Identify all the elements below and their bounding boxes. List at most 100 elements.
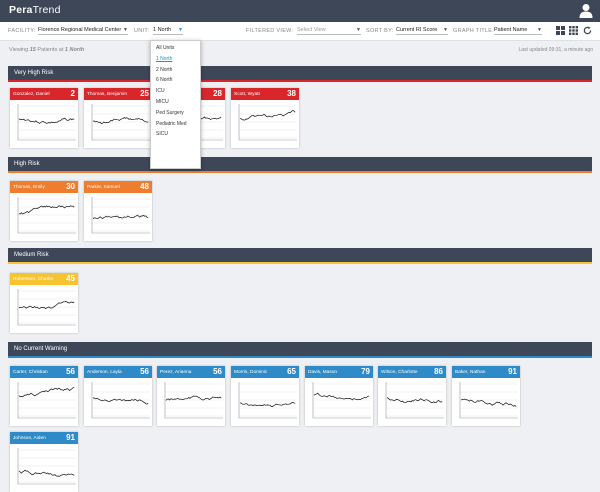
patient-name: Thomas, Emily [13,185,45,190]
patient-name: Baker, Nathan [455,370,486,375]
facility-select[interactable]: Florence Regional Medical Center ▼ [38,27,128,35]
patient-trend-graph [459,382,518,419]
logo-light: Trend [32,4,61,16]
patient-card-header: Gonzalez, Daniel 2 [10,88,78,100]
patient-card[interactable]: Gonzalez, Daniel 2 [10,88,78,148]
ri-score-trend-line [93,116,149,125]
patient-name: Johnson, Aiden [13,436,46,441]
unit-option[interactable]: Pediatric Med [151,121,200,132]
patient-trend-graph [164,382,223,419]
graph-title-value: Patient Name [494,27,528,33]
user-icon[interactable] [579,3,593,18]
viewing-prefix: Viewing [9,47,29,53]
filtered-view-select[interactable]: Select View ▼ [297,27,361,35]
section-risk-stripe [8,80,592,82]
patient-card[interactable]: Davis, Mason 79 [305,366,373,426]
patient-ri-score: 28 [213,89,222,98]
patient-ri-score: 91 [508,367,517,376]
patient-card[interactable]: Johnson, Aiden 91 [10,432,78,492]
patient-ri-score: 30 [66,182,75,191]
unit-option[interactable]: Ped Surgery [151,110,200,121]
patient-trend-graph [17,448,76,485]
patient-card-header: Thomas, Benjamin 25 [84,88,152,100]
unit-option[interactable]: MICU [151,99,200,110]
patient-card-header: Davis, Mason 79 [305,366,373,378]
patient-card-header: Wilson, Charlotte 86 [378,366,446,378]
patient-ri-score: 79 [361,367,370,376]
unit-label: UNIT: [134,28,150,34]
section-title: No Current Warning [14,346,68,352]
patient-card[interactable]: Baker, Nathan 91 [452,366,520,426]
unit-value: 1 North [153,27,172,33]
patient-card[interactable]: Scott, Wyatt 38 [231,88,299,148]
unit-dropdown-menu: All Units 1 North 2 North 6 North ICU MICU Ped… [150,40,201,169]
patient-card-header: Baker, Nathan 91 [452,366,520,378]
patient-trend-graph [238,382,297,419]
ri-score-trend-line [92,397,149,405]
patient-card-header: Johnson, Aiden 91 [10,432,78,444]
viewing-unit: 1 North [64,47,85,53]
unit-option[interactable]: 1 North [151,56,200,67]
patient-ri-score: 56 [66,367,75,376]
patient-card-header: Morris, Dominic 65 [231,366,299,378]
sort-by-select[interactable]: Current RI Score ▼ [396,27,448,35]
patient-card[interactable]: Perez, Arianna 56 [157,366,225,426]
section-header-none: No Current Warning [8,342,592,358]
patient-trend-graph [238,104,297,141]
patient-ri-score: 56 [140,367,149,376]
patient-name: Perez, Arianna [160,370,192,375]
filtered-view-label: FILTERED VIEW: [246,28,294,34]
unit-option[interactable]: All Units [151,45,200,56]
section-risk-stripe [8,356,592,358]
unit-option[interactable]: SICU [151,131,200,142]
patient-trend-graph [17,104,76,141]
patient-card-header: Carter, Christian 56 [10,366,78,378]
patient-card[interactable]: Carter, Christian 56 [10,366,78,426]
unit-option[interactable]: 2 North [151,67,200,78]
patient-trend-graph [312,382,371,419]
section-header-very_high: Very High Risk [8,66,592,82]
ri-score-trend-line [239,402,296,408]
patient-name: Carter, Christian [13,370,48,375]
patient-card[interactable]: Morris, Dominic 65 [231,366,299,426]
viewing-mid: Patients at [37,47,64,53]
patient-card[interactable]: Anderson, Layla 56 [84,366,152,426]
patient-card-header: Anderson, Layla 56 [84,366,152,378]
app-logo[interactable]: PeraTrend [9,4,61,16]
unit-option[interactable]: 6 North [151,77,200,88]
patient-ri-score: 91 [66,433,75,442]
patient-ri-score: 45 [66,274,75,283]
graph-title-select[interactable]: Patient Name ▼ [494,27,542,35]
unit-select[interactable]: 1 North ▼ [153,27,183,35]
unit-option[interactable]: ICU [151,88,200,99]
last-updated: Last updated 09:31, a minute ago [518,47,593,53]
ri-score-trend-line [18,469,75,477]
patient-card[interactable]: Thomas, Emily 30 [10,181,78,241]
patient-card[interactable]: Parker, Samuel 48 [84,181,152,241]
chevron-down-icon: ▼ [123,27,128,33]
patient-card[interactable]: Robertson, Charlie 45 [10,273,78,333]
patient-card-header: Perez, Arianna 56 [157,366,225,378]
refresh-icon[interactable] [583,26,592,35]
patient-card[interactable]: Wilson, Charlotte 86 [378,366,446,426]
patient-name: Wilson, Charlotte [381,370,418,375]
patient-trend-graph [91,382,150,419]
patient-trend-graph [17,289,76,326]
ri-score-trend-line [313,392,370,401]
viewing-summary: Viewing 15 Patients at 1 North [9,47,84,53]
patient-ri-score: 56 [213,367,222,376]
patient-trend-graph [17,382,76,419]
ri-score-trend-line [92,214,149,220]
patient-name: Robertson, Charlie [13,277,53,282]
patient-card[interactable]: Thomas, Benjamin 25 [84,88,152,148]
section-header-medium: Medium Risk [8,248,592,264]
patient-name: Parker, Samuel [87,185,120,190]
tile-view-icon[interactable] [556,26,565,35]
facility-value: Florence Regional Medical Center [38,27,122,33]
grid-view-icon[interactable] [569,26,578,35]
chevron-down-icon: ▼ [537,27,542,33]
ri-score-trend-line [18,117,75,124]
patient-card-header: Robertson, Charlie 45 [10,273,78,285]
patient-ri-score: 38 [287,89,296,98]
section-risk-stripe [8,171,592,173]
